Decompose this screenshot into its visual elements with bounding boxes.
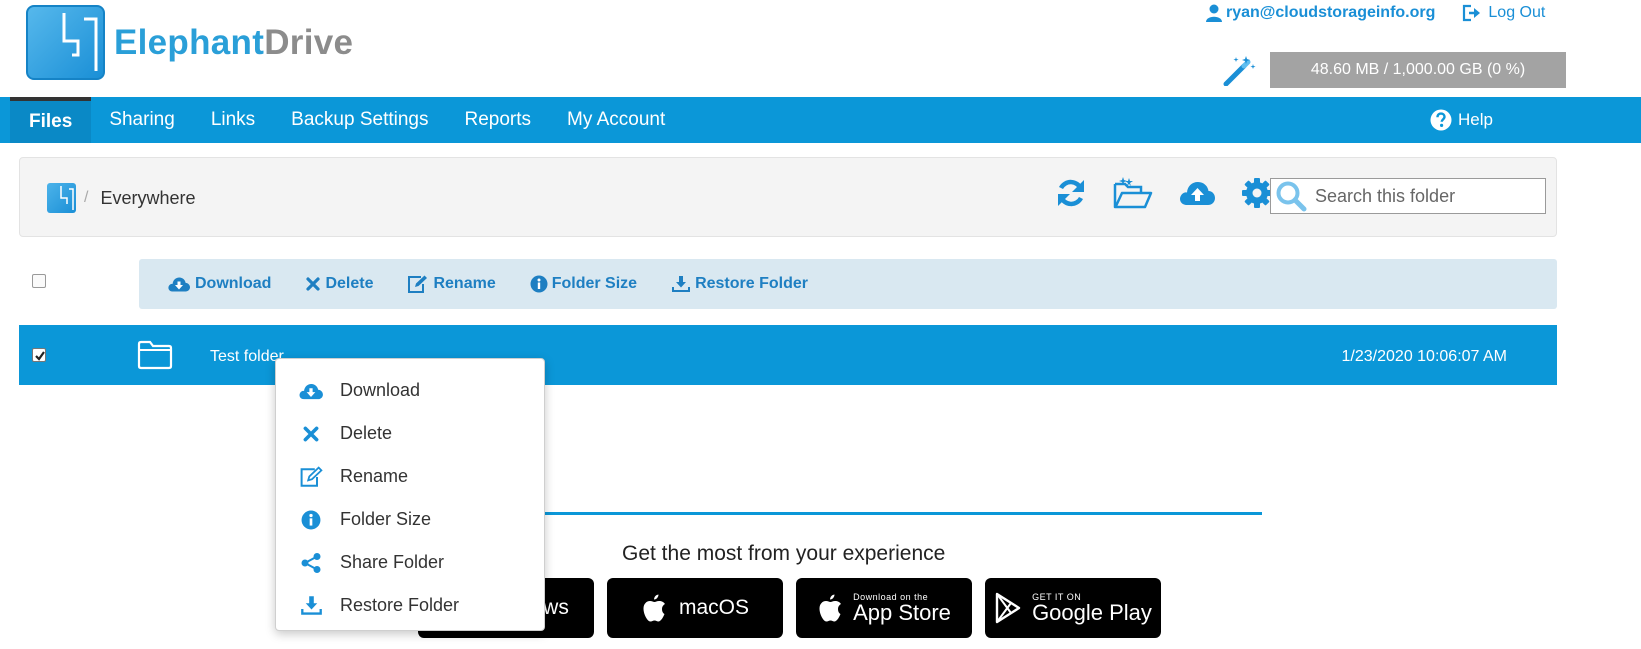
- home-folder-icon[interactable]: [47, 183, 76, 213]
- table-row[interactable]: Test folder 1/23/2020 10:06:07 AM: [19, 325, 1557, 385]
- logo-text: ElephantDrive: [114, 23, 353, 63]
- nav-tab-links[interactable]: Links: [193, 97, 273, 143]
- context-menu-folder-size[interactable]: Folder Size: [276, 498, 544, 541]
- close-icon: [306, 277, 321, 291]
- restore-folder-action-button[interactable]: Restore Folder: [671, 275, 808, 293]
- help-link[interactable]: Help: [1430, 97, 1493, 143]
- nav-tab-reports[interactable]: Reports: [446, 97, 549, 143]
- apple-icon: [819, 594, 842, 622]
- search-input[interactable]: [1315, 185, 1535, 207]
- elephant-logo-icon: [26, 5, 105, 80]
- info-icon: [298, 507, 324, 533]
- logout-icon: [1463, 4, 1481, 22]
- promo-divider: [536, 512, 1262, 515]
- cloud-download-icon: [168, 277, 190, 292]
- search-icon: [1276, 181, 1307, 212]
- user-icon: [1206, 4, 1222, 22]
- app-store-large-text: App Store: [853, 599, 951, 625]
- context-menu-download[interactable]: Download: [276, 369, 544, 412]
- help-label: Help: [1458, 110, 1493, 129]
- macos-download-badge[interactable]: macOS: [607, 578, 783, 638]
- breadcrumb-current[interactable]: Everywhere: [100, 188, 195, 209]
- context-menu-label: Download: [340, 380, 421, 400]
- file-modified-date: 1/23/2020 10:06:07 AM: [1341, 348, 1507, 365]
- action-bar: Download Delete Rename Folder Size Resto…: [139, 259, 1557, 309]
- macos-badge-label: macOS: [678, 596, 749, 619]
- rename-action-label: Rename: [433, 275, 496, 292]
- nav-tab-sharing[interactable]: Sharing: [91, 97, 193, 143]
- promo-title: Get the most from your experience: [622, 542, 946, 565]
- checkmark-icon: [35, 351, 45, 361]
- app-store-badge[interactable]: Download on the App Store: [796, 578, 972, 638]
- app-store-text: Download on the App Store: [853, 592, 951, 625]
- context-menu-share-folder[interactable]: Share Folder: [276, 541, 544, 584]
- download-action-button[interactable]: Download: [167, 275, 271, 293]
- context-menu-rename[interactable]: Rename: [276, 455, 544, 498]
- share-icon: [298, 550, 324, 576]
- context-menu-label: Rename: [340, 466, 409, 486]
- delete-action-label: Delete: [325, 275, 374, 292]
- user-area: ryan@cloudstorageinfo.org Log Out: [1206, 4, 1545, 22]
- gear-icon[interactable]: [1241, 177, 1273, 209]
- logo-word-drive: Drive: [264, 22, 354, 62]
- context-menu-label: Delete: [340, 423, 393, 443]
- row-checkbox[interactable]: [32, 348, 46, 362]
- restore-download-icon: [672, 276, 691, 292]
- new-folder-icon[interactable]: [1113, 176, 1153, 210]
- delete-action-button[interactable]: Delete: [305, 275, 373, 293]
- context-menu-label: Folder Size: [340, 509, 432, 529]
- logo[interactable]: ElephantDrive: [26, 5, 353, 80]
- edit-icon: [298, 464, 324, 490]
- breadcrumb: / Everywhere: [47, 183, 196, 213]
- context-menu-label: Share Folder: [340, 552, 445, 572]
- main-nav: Files Sharing Links Backup Settings Repo…: [0, 97, 1641, 143]
- nav-tab-files[interactable]: Files: [10, 97, 92, 143]
- context-menu-label: Restore Folder: [340, 595, 460, 615]
- logo-word-elephant: Elephant: [114, 22, 265, 62]
- context-menu: Download Delete Rename Folder Size Share…: [275, 358, 545, 631]
- magic-wand-icon[interactable]: [1222, 54, 1256, 86]
- nav-tab-my-account[interactable]: My Account: [549, 97, 683, 143]
- refresh-icon[interactable]: [1054, 176, 1088, 210]
- folder-icon: [137, 340, 173, 375]
- google-play-badge[interactable]: GET IT ON Google Play: [985, 578, 1161, 638]
- folder-size-action-label: Folder Size: [551, 275, 638, 292]
- restore-folder-action-label: Restore Folder: [695, 275, 808, 292]
- toolbar-panel: / Everywhere: [19, 157, 1557, 237]
- folder-size-action-button[interactable]: Folder Size: [530, 275, 637, 293]
- context-menu-delete[interactable]: Delete: [276, 412, 544, 455]
- context-menu-restore-folder[interactable]: Restore Folder: [276, 584, 544, 627]
- google-play-icon: [995, 592, 1021, 624]
- breadcrumb-separator: /: [84, 189, 89, 206]
- cloud-download-icon: [298, 378, 324, 404]
- storage-row: 48.60 MB / 1,000.00 GB (0 %): [1222, 52, 1566, 88]
- help-icon: [1430, 109, 1452, 131]
- app-root: ElephantDrive ryan@cloudstorageinfo.org …: [0, 0, 1641, 649]
- select-all-checkbox[interactable]: [32, 274, 46, 288]
- toolbar-icons: [1054, 176, 1298, 210]
- logout-label: Log Out: [1488, 4, 1546, 21]
- storage-usage-bar: 48.60 MB / 1,000.00 GB (0 %): [1270, 52, 1566, 88]
- user-email: ryan@cloudstorageinfo.org: [1226, 4, 1436, 21]
- upload-cloud-icon[interactable]: [1178, 178, 1216, 208]
- nav-tab-backup-settings[interactable]: Backup Settings: [273, 97, 446, 143]
- logout-button[interactable]: Log Out: [1462, 4, 1545, 22]
- apple-icon: [643, 594, 665, 622]
- download-action-label: Download: [195, 275, 272, 292]
- user-account-link[interactable]: ryan@cloudstorageinfo.org: [1206, 4, 1435, 22]
- google-play-text: GET IT ON Google Play: [1032, 592, 1152, 625]
- windows-badge-label: ws: [543, 596, 569, 619]
- edit-icon: [408, 275, 428, 293]
- file-name[interactable]: Test folder: [210, 348, 284, 366]
- search-box: [1270, 178, 1546, 214]
- rename-action-button[interactable]: Rename: [407, 274, 496, 294]
- google-play-large-text: Google Play: [1032, 599, 1152, 625]
- info-icon: [530, 275, 548, 293]
- restore-download-icon: [298, 593, 324, 619]
- close-icon: [298, 421, 324, 447]
